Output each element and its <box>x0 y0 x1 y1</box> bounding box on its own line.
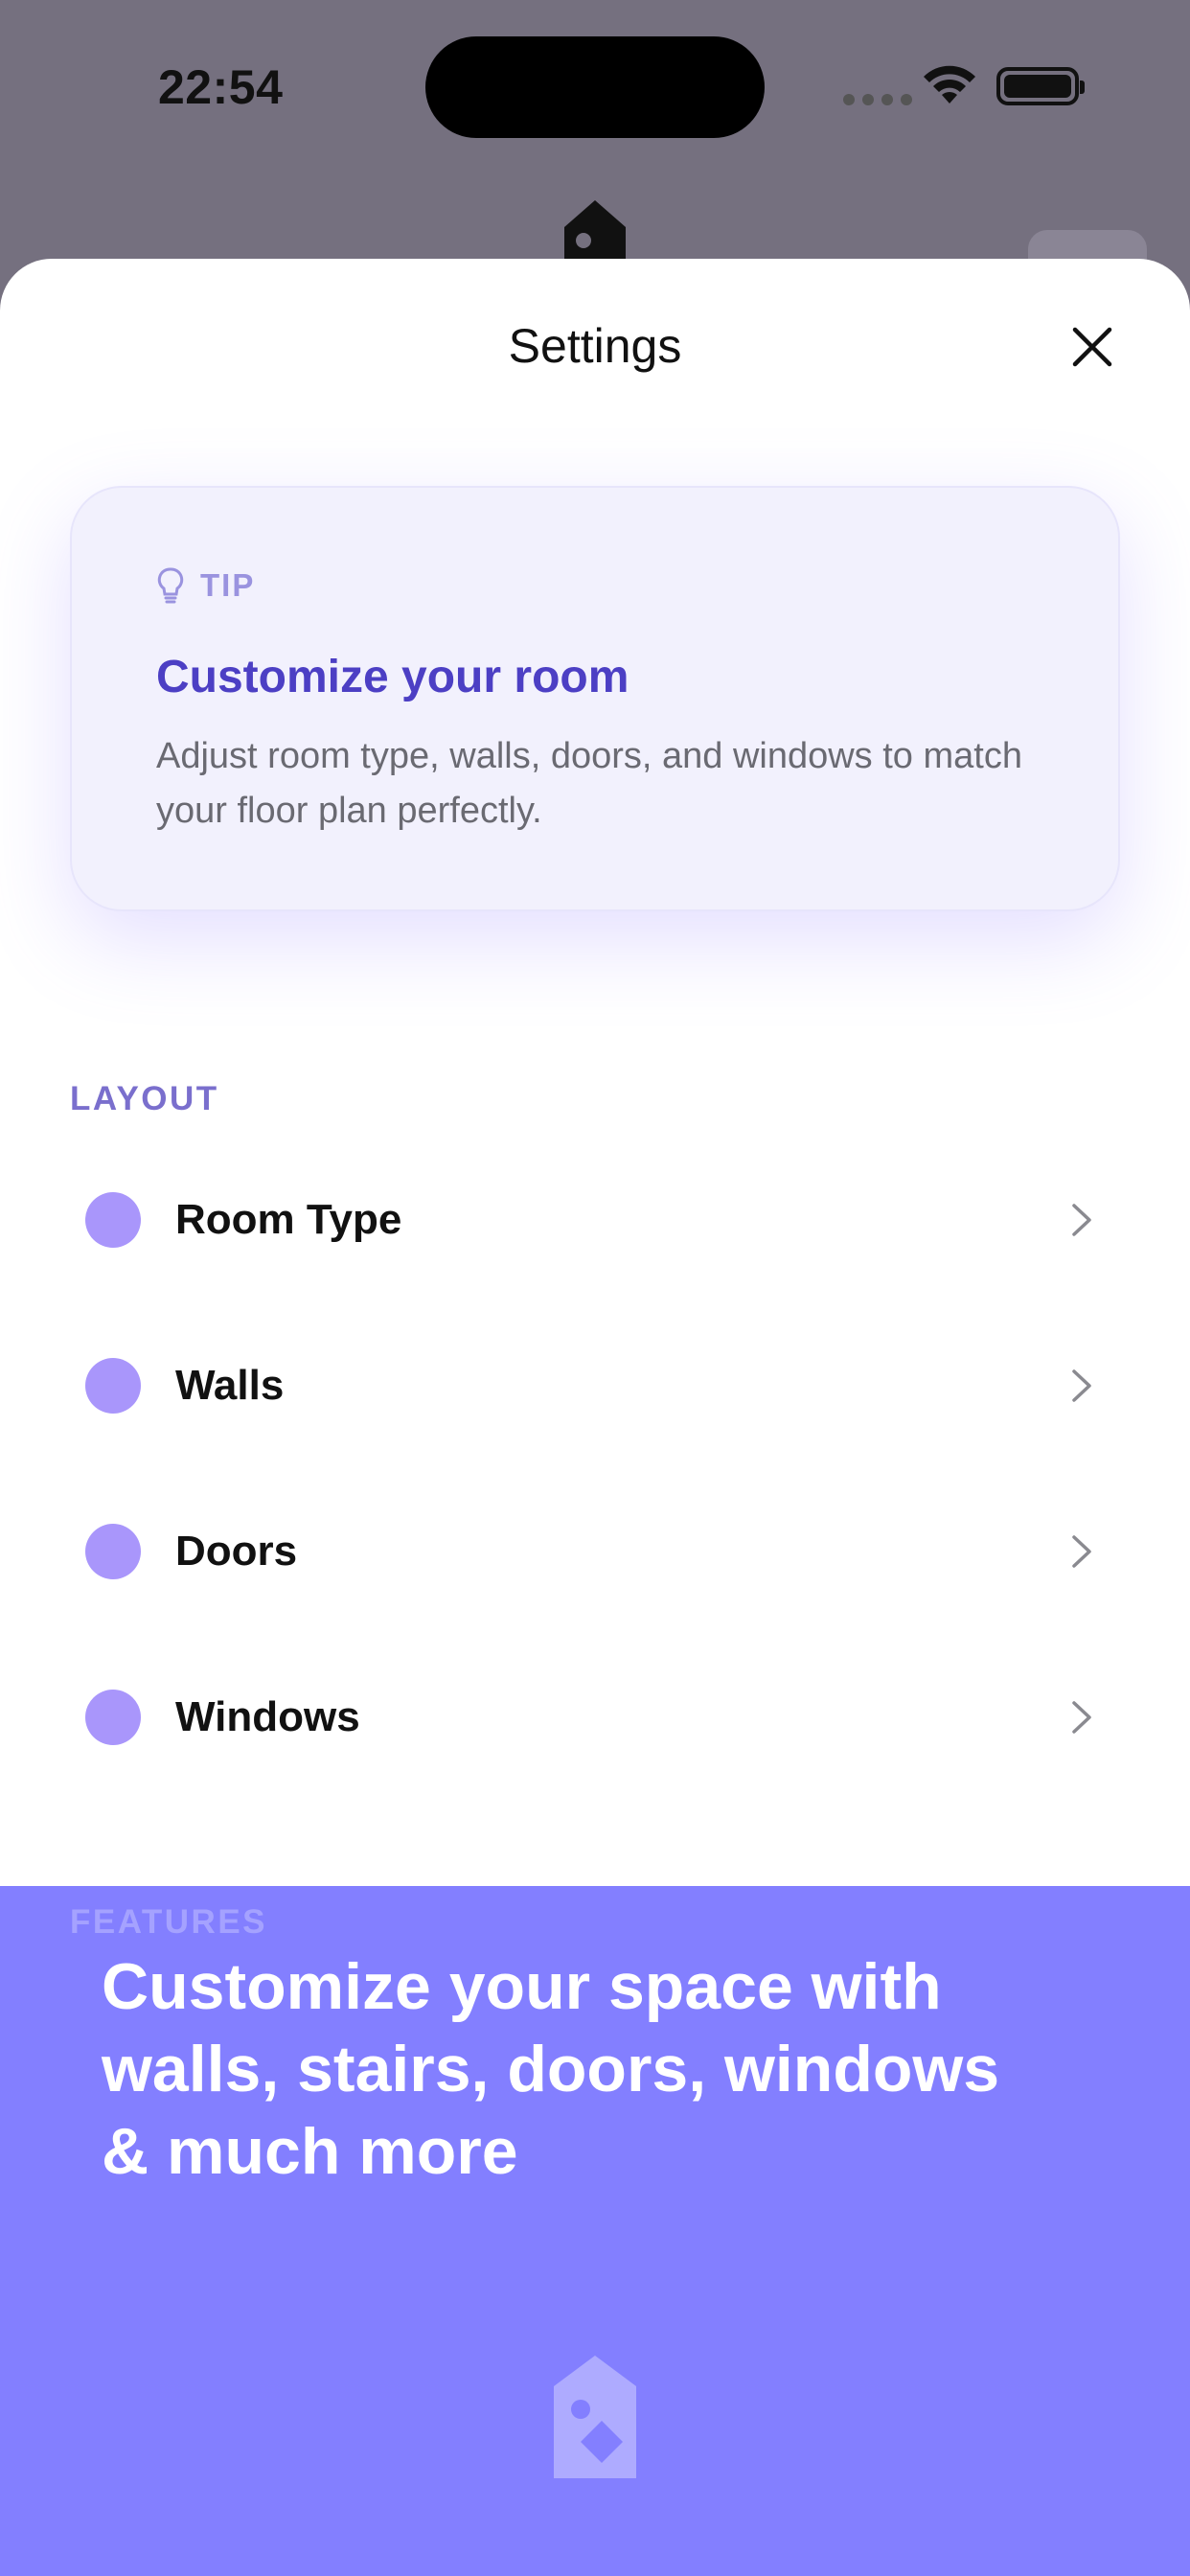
home-icon <box>564 200 626 264</box>
chevron-right-icon <box>1063 1201 1101 1239</box>
item-dot <box>85 1524 141 1579</box>
tip-heading: Customize your room <box>156 652 629 702</box>
chevron-right-icon <box>1063 1367 1101 1405</box>
promo-banner: FEATURES Customize your space with walls… <box>0 1886 1190 2576</box>
item-dot <box>85 1192 141 1248</box>
promo-text: Customize your space with walls, stairs,… <box>102 1950 1000 2188</box>
item-label: Walls <box>175 1362 285 1409</box>
tip-body: Adjust room type, walls, doors, and wind… <box>156 736 1022 831</box>
tip-header: TIP <box>156 566 255 605</box>
chevron-right-icon <box>1063 1698 1101 1736</box>
section-header-layout: LAYOUT <box>70 1080 219 1117</box>
tip-label: TIP <box>200 567 256 603</box>
list-item-windows[interactable]: Windows <box>70 1660 1120 1775</box>
cellular-signal-icon <box>843 94 912 105</box>
status-bar: 22:54 <box>0 0 1190 172</box>
close-icon <box>1072 327 1112 367</box>
item-label: Windows <box>175 1693 360 1740</box>
item-dot <box>85 1690 141 1745</box>
item-label: Doors <box>175 1528 298 1575</box>
sheet-title: Settings <box>508 319 682 373</box>
lightbulb-icon <box>157 567 184 604</box>
list-item-walls[interactable]: Walls <box>70 1328 1120 1443</box>
list-item-doors[interactable]: Doors <box>70 1494 1120 1609</box>
item-dot <box>85 1358 141 1414</box>
status-time: 22:54 <box>158 60 284 114</box>
list-item-room-type[interactable]: Room Type <box>70 1162 1120 1277</box>
battery-icon <box>996 67 1085 105</box>
tag-icon <box>554 2356 636 2478</box>
close-button[interactable] <box>1064 318 1121 376</box>
tip-card: TIP Customize your room Adjust room type… <box>70 486 1120 911</box>
chevron-right-icon <box>1063 1532 1101 1571</box>
section-header-features: FEATURES <box>70 1903 268 1941</box>
dynamic-island <box>425 36 765 138</box>
item-label: Room Type <box>175 1196 402 1243</box>
wifi-icon <box>924 65 975 104</box>
